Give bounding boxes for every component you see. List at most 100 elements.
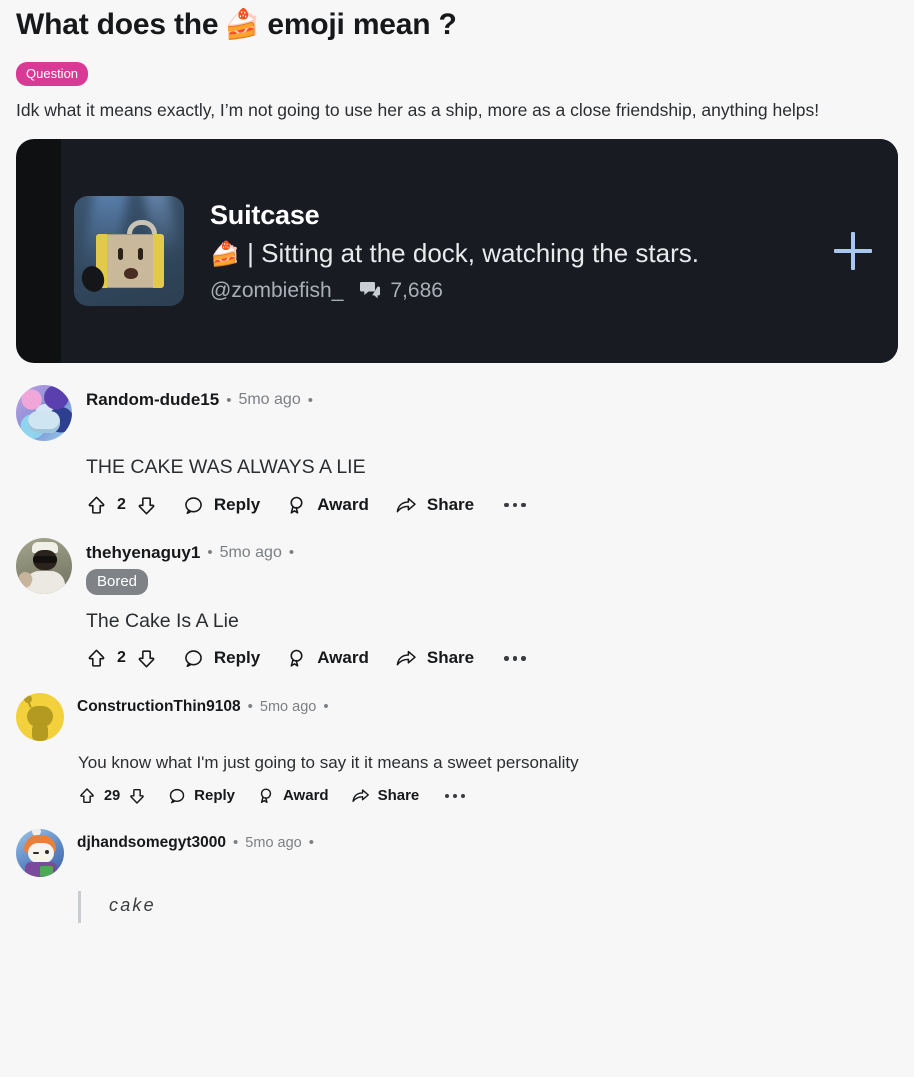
speech-bubble-icon: [168, 787, 186, 805]
comment-actions: 29 Reply Award Share: [78, 787, 898, 805]
comment-meta: ConstructionThin9108 • 5mo ago •: [77, 693, 329, 716]
upvote-icon[interactable]: [86, 495, 107, 516]
award-button[interactable]: Award: [257, 787, 329, 805]
reddit-post-page: What does the 🍰 emoji mean ? Question Id…: [0, 0, 914, 1077]
avatar[interactable]: [16, 385, 72, 442]
share-arrow-icon: [395, 495, 417, 516]
avatar-eye: [45, 849, 49, 854]
vote-count: 2: [117, 496, 126, 514]
embedded-profile-card[interactable]: Suitcase 🍰 | Sitting at the dock, watchi…: [16, 139, 898, 364]
suitcase-avatar-wrap: [74, 196, 184, 307]
upvote-icon[interactable]: [86, 648, 107, 669]
reply-label: Reply: [194, 787, 235, 805]
more-options-icon[interactable]: [500, 656, 530, 661]
comment-body: The Cake Is A Lie: [86, 609, 239, 632]
comment-timestamp: 5mo ago: [245, 834, 302, 851]
shortcake-emoji: 🍰: [224, 9, 261, 42]
comment-header: ConstructionThin9108 • 5mo ago •: [16, 692, 898, 741]
award-medal-icon: [257, 787, 275, 805]
vote-count: 29: [104, 787, 121, 804]
post-body-text: Idk what it means exactly, I’m not going…: [16, 99, 820, 120]
comment-body: You know what I'm just going to say it i…: [78, 752, 579, 772]
avatar-face: [28, 411, 60, 434]
share-button[interactable]: Share: [395, 495, 474, 516]
share-button[interactable]: Share: [351, 787, 419, 805]
downvote-icon[interactable]: [136, 648, 157, 669]
share-label: Share: [426, 495, 475, 515]
comment-body: THE CAKE WAS ALWAYS A LIE: [86, 456, 366, 479]
comment-actions: 2 Reply Award Share: [86, 648, 898, 669]
avatar-wink: [33, 851, 39, 854]
vote-count: 2: [117, 649, 126, 667]
avatar[interactable]: [16, 537, 72, 594]
reply-label: Reply: [213, 648, 261, 668]
comment-bubble-icon: [359, 281, 381, 301]
suitcase-band-right: [153, 234, 164, 289]
upvote-icon[interactable]: [78, 787, 96, 805]
reply-button[interactable]: Reply: [168, 787, 235, 805]
downvote-icon[interactable]: [128, 787, 146, 805]
comments-list: Random-dude15 • 5mo ago • THE CAKE WAS A…: [16, 385, 898, 924]
card-comment-count: 7,686: [390, 279, 443, 303]
downvote-icon[interactable]: [136, 495, 157, 516]
comment-timestamp: 5mo ago: [238, 391, 301, 409]
card-meta-row: @zombiefish_ 7,686: [210, 279, 816, 303]
comment-header: Random-dude15 • 5mo ago •: [16, 385, 898, 442]
separator-dot: •: [288, 544, 295, 562]
award-medal-icon: [286, 495, 307, 516]
page-title-text-end: emoji mean ?: [267, 8, 457, 41]
share-arrow-icon: [395, 648, 417, 669]
reply-button[interactable]: Reply: [183, 495, 260, 516]
award-medal-icon: [286, 648, 307, 669]
award-button[interactable]: Award: [286, 648, 369, 669]
page-bottom-edge: [0, 1071, 914, 1077]
avatar-head: [28, 842, 54, 863]
more-options-icon[interactable]: [441, 793, 469, 798]
comment-header: djhandsomegyt3000 • 5mo ago •: [16, 828, 898, 877]
avatar[interactable]: [16, 692, 64, 741]
comment-item: ConstructionThin9108 • 5mo ago • You kno…: [16, 692, 898, 805]
reply-button[interactable]: Reply: [183, 648, 260, 669]
vote-group: 29: [78, 787, 146, 805]
separator-dot: •: [323, 698, 329, 716]
comment-meta: thehyenaguy1 • 5mo ago •: [86, 538, 294, 563]
page-title-text-start: What does the: [16, 8, 219, 41]
comment-item: djhandsomegyt3000 • 5mo ago • cake: [16, 828, 898, 924]
suitcase-avatar-image: [74, 196, 184, 307]
card-content: Suitcase 🍰 | Sitting at the dock, watchi…: [16, 139, 898, 363]
comment-user-flair[interactable]: Bored: [86, 568, 149, 595]
vote-group: 2: [86, 648, 157, 669]
comment-item: Random-dude15 • 5mo ago • THE CAKE WAS A…: [16, 385, 898, 515]
comment-meta: Random-dude15 • 5mo ago •: [86, 385, 313, 410]
comment-timestamp: 5mo ago: [259, 698, 317, 715]
comment-author[interactable]: thehyenaguy1: [86, 543, 200, 563]
reply-label: Reply: [213, 495, 261, 515]
comment-author[interactable]: ConstructionThin9108: [77, 698, 241, 716]
add-icon[interactable]: [830, 228, 876, 274]
more-options-icon[interactable]: [500, 502, 530, 508]
separator-dot: •: [307, 391, 313, 409]
post-flair-row: Question: [16, 61, 898, 86]
comment-item: thehyenaguy1 • 5mo ago • Bored The Cake …: [16, 537, 898, 669]
avatar[interactable]: [16, 828, 64, 877]
award-label: Award: [283, 787, 329, 805]
separator-dot: •: [308, 834, 314, 852]
card-handle[interactable]: @zombiefish_: [210, 279, 343, 303]
comment-author[interactable]: Random-dude15: [86, 390, 219, 410]
card-tagline: 🍰 | Sitting at the dock, watching the st…: [210, 237, 816, 270]
share-arrow-icon: [351, 787, 370, 805]
separator-dot: •: [233, 834, 239, 852]
avatar-body: [32, 723, 48, 741]
post-flair-badge[interactable]: Question: [16, 61, 89, 86]
speech-bubble-icon: [183, 495, 204, 516]
award-label: Award: [317, 495, 369, 515]
comment-author[interactable]: djhandsomegyt3000: [77, 834, 226, 852]
speech-bubble-icon: [183, 648, 204, 669]
suitcase-eye-left: [118, 248, 123, 261]
separator-dot: •: [226, 391, 232, 409]
share-button[interactable]: Share: [395, 648, 474, 669]
suitcase-mouth: [124, 268, 138, 280]
award-button[interactable]: Award: [286, 495, 369, 516]
comment-timestamp: 5mo ago: [219, 543, 282, 561]
avatar-accessory: [40, 865, 53, 877]
